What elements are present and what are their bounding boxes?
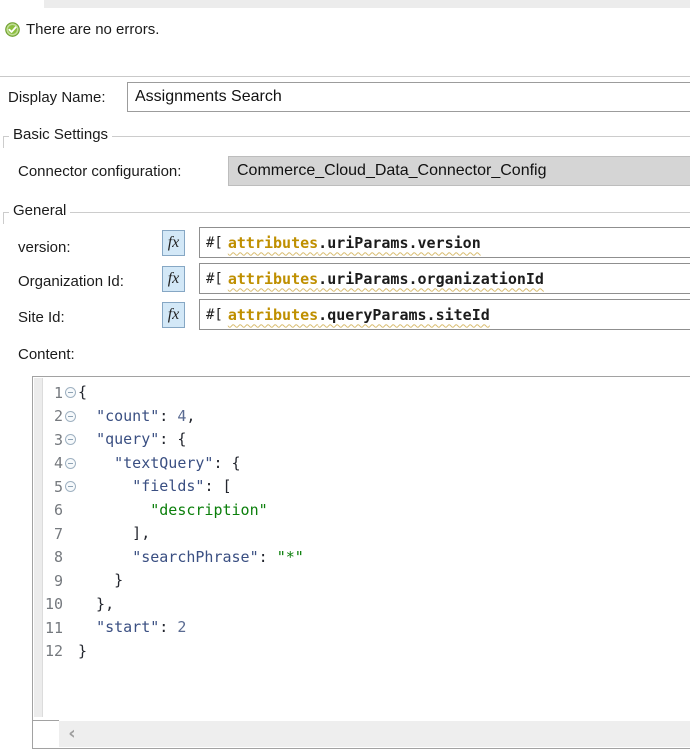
code-text: }, — [78, 593, 114, 617]
code-text: } — [78, 640, 87, 664]
group-border-stub — [3, 212, 4, 224]
group-border-stub — [3, 136, 4, 148]
line-number: 2 — [45, 407, 63, 425]
expression-prefix: #[ — [206, 271, 223, 287]
line-number: 1 — [45, 384, 63, 402]
expression-prefix: #[ — [206, 235, 223, 251]
code-text: "query": { — [78, 428, 186, 452]
status-message: There are no errors. — [26, 21, 159, 38]
line-number: 9 — [45, 572, 63, 590]
expression-text: attributes.uriParams.version — [228, 234, 481, 252]
code-line: 9 } — [45, 569, 689, 593]
line-number: 6 — [45, 501, 63, 519]
fold-column — [63, 411, 78, 422]
line-number: 3 — [45, 431, 63, 449]
fx-button-version[interactable]: fx — [162, 230, 185, 256]
code-line: 11 "start": 2 — [45, 616, 689, 640]
line-number: 8 — [45, 548, 63, 566]
fold-column — [63, 387, 78, 398]
code-line: 5 "fields": [ — [45, 475, 689, 499]
toolbar-strip — [44, 0, 690, 8]
expression-text: attributes.queryParams.siteId — [228, 306, 490, 324]
line-number: 12 — [45, 642, 63, 660]
code-line: 2 "count": 4, — [45, 405, 689, 429]
line-number: 7 — [45, 525, 63, 543]
content-label: Content: — [18, 346, 75, 363]
fold-collapse-icon[interactable] — [65, 434, 76, 445]
fx-button-site-id[interactable]: fx — [162, 302, 185, 328]
version-expression-input[interactable]: #[ attributes.uriParams.version — [199, 227, 690, 258]
code-text: "fields": [ — [78, 475, 232, 499]
group-basic-settings: Basic Settings — [3, 136, 690, 137]
status-row: There are no errors. — [5, 21, 159, 38]
code-line: 10 }, — [45, 593, 689, 617]
separator-line — [0, 76, 690, 77]
expression-prefix: #[ — [206, 307, 223, 323]
site-id-label: Site Id: — [18, 309, 65, 326]
horizontal-scrollbar[interactable]: ‹ — [59, 721, 690, 747]
group-title-basic-settings: Basic Settings — [9, 126, 112, 143]
code-text: ], — [78, 522, 150, 546]
site-id-expression-input[interactable]: #[ attributes.queryParams.siteId — [199, 299, 690, 330]
editor-bottom-border — [33, 720, 59, 721]
line-number: 10 — [45, 595, 63, 613]
annotation-ruler — [34, 378, 43, 717]
fx-button-organization-id[interactable]: fx — [162, 266, 185, 292]
group-general: General — [3, 212, 690, 213]
code-line: 4 "textQuery": { — [45, 452, 689, 476]
code-line: 8 "searchPhrase": "*" — [45, 546, 689, 570]
json-code-editor[interactable]: 1{2 "count": 4,3 "query": {4 "textQuery"… — [32, 376, 690, 749]
code-line: 6 "description" — [45, 499, 689, 523]
connector-configuration-label: Connector configuration: — [18, 163, 181, 180]
fold-column — [63, 481, 78, 492]
code-line: 7 ], — [45, 522, 689, 546]
line-number: 4 — [45, 454, 63, 472]
connector-configuration-value: Commerce_Cloud_Data_Connector_Config — [237, 162, 547, 180]
fold-collapse-icon[interactable] — [65, 411, 76, 422]
code-text: "textQuery": { — [78, 452, 241, 476]
fold-collapse-icon[interactable] — [65, 387, 76, 398]
code-text: { — [78, 381, 87, 405]
check-ok-icon — [5, 22, 20, 37]
group-border-line — [3, 212, 690, 213]
fold-collapse-icon[interactable] — [65, 481, 76, 492]
line-number: 11 — [45, 619, 63, 637]
code-text: "start": 2 — [78, 616, 186, 640]
line-number: 5 — [45, 478, 63, 496]
code-text: "count": 4, — [78, 405, 195, 429]
code-line: 1{ — [45, 381, 689, 405]
group-title-general: General — [9, 202, 70, 219]
connector-configuration-field[interactable]: Commerce_Cloud_Data_Connector_Config — [228, 156, 690, 186]
fold-collapse-icon[interactable] — [65, 458, 76, 469]
code-text: "searchPhrase": "*" — [78, 546, 304, 570]
code-lines: 1{2 "count": 4,3 "query": {4 "textQuery"… — [45, 381, 689, 663]
organization-id-expression-input[interactable]: #[ attributes.uriParams.organizationId — [199, 263, 690, 294]
display-name-label: Display Name: — [8, 89, 106, 106]
fold-column — [63, 434, 78, 445]
version-label: version: — [18, 239, 71, 256]
scroll-left-button[interactable]: ‹ — [59, 721, 85, 747]
code-text: "description" — [78, 499, 268, 523]
code-line: 12} — [45, 640, 689, 664]
code-text: } — [78, 569, 123, 593]
display-name-input[interactable] — [127, 82, 690, 112]
expression-text: attributes.uriParams.organizationId — [228, 270, 544, 288]
code-line: 3 "query": { — [45, 428, 689, 452]
organization-id-label: Organization Id: — [18, 273, 124, 290]
fold-column — [63, 458, 78, 469]
